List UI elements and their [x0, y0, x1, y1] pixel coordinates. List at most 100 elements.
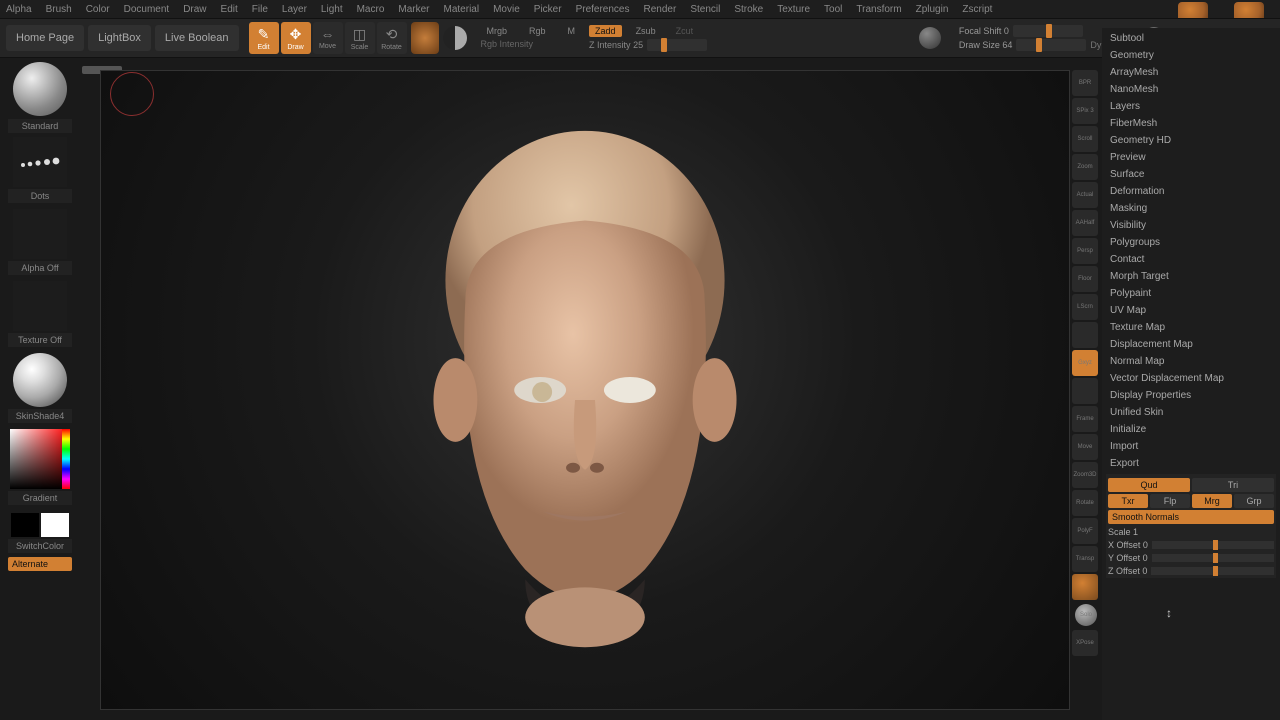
tool-section-fibermesh[interactable]: FiberMesh — [1106, 115, 1276, 132]
tool-section-geometry[interactable]: Geometry — [1106, 47, 1276, 64]
home-page-button[interactable]: Home Page — [6, 25, 84, 51]
tool-section-display-properties[interactable]: Display Properties — [1106, 387, 1276, 404]
menu-zplugin[interactable]: Zplugin — [916, 4, 949, 15]
brush-thumbnail[interactable] — [13, 62, 67, 116]
shelf-spix-3[interactable]: SPix 3 — [1072, 98, 1098, 124]
switch-color-button[interactable]: SwitchColor — [8, 539, 72, 553]
tool-section-deformation[interactable]: Deformation — [1106, 183, 1276, 200]
menu-transform[interactable]: Transform — [856, 4, 901, 15]
mode-move-button[interactable]: ⇔Move — [313, 22, 343, 54]
alternate-button[interactable]: Alternate — [8, 557, 72, 571]
export-tri-button[interactable]: Tri — [1192, 478, 1274, 492]
shelf-move[interactable]: Move — [1072, 434, 1098, 460]
tool-section-morph-target[interactable]: Morph Target — [1106, 268, 1276, 285]
menu-marker[interactable]: Marker — [398, 4, 429, 15]
shelf-transp[interactable]: Transp — [1072, 546, 1098, 572]
shelf-xpose[interactable]: XPose — [1072, 630, 1098, 656]
mode-rotate-button[interactable]: ⟲Rotate — [377, 22, 407, 54]
menu-document[interactable]: Document — [124, 4, 170, 15]
tool-section-displacement-map[interactable]: Displacement Map — [1106, 336, 1276, 353]
tool-section-uv-map[interactable]: UV Map — [1106, 302, 1276, 319]
shelf-lscrn[interactable]: LScrn — [1072, 294, 1098, 320]
menu-draw[interactable]: Draw — [183, 4, 206, 15]
shelf-zoom3d[interactable]: Zoom3D — [1072, 462, 1098, 488]
shelf-actual[interactable]: Actual — [1072, 182, 1098, 208]
shelf-floor[interactable]: Floor — [1072, 266, 1098, 292]
draw-size-slider[interactable] — [1016, 39, 1086, 51]
mrgb-toggle[interactable]: Mrgb — [481, 25, 514, 37]
canvas-viewport[interactable] — [100, 70, 1070, 710]
tool-section-polygroups[interactable]: Polygroups — [1106, 234, 1276, 251]
mode-scale-button[interactable]: ◫Scale — [345, 22, 375, 54]
shelf-persp[interactable]: Persp — [1072, 238, 1098, 264]
menu-movie[interactable]: Movie — [493, 4, 520, 15]
menu-picker[interactable]: Picker — [534, 4, 562, 15]
tool-section-arraymesh[interactable]: ArrayMesh — [1106, 64, 1276, 81]
menu-tool[interactable]: Tool — [824, 4, 842, 15]
export-txr-button[interactable]: Txr — [1108, 494, 1148, 508]
menu-material[interactable]: Material — [444, 4, 480, 15]
tool-section-normal-map[interactable]: Normal Map — [1106, 353, 1276, 370]
tool-section-vector-displacement-map[interactable]: Vector Displacement Map — [1106, 370, 1276, 387]
m-toggle[interactable]: M — [562, 25, 582, 37]
menu-edit[interactable]: Edit — [221, 4, 238, 15]
shelf-bpr[interactable]: BPR — [1072, 70, 1098, 96]
texture-thumbnail[interactable] — [13, 281, 67, 331]
menu-zscript[interactable]: Zscript — [962, 4, 992, 15]
mode-draw-button[interactable]: ✥Draw — [281, 22, 311, 54]
tool-section-subtool[interactable]: Subtool — [1106, 30, 1276, 47]
zsub-toggle[interactable]: Zsub — [630, 25, 662, 37]
primary-color-swatch[interactable] — [41, 513, 69, 537]
menu-render[interactable]: Render — [644, 4, 677, 15]
focal-shift-slider[interactable] — [1013, 25, 1083, 37]
export-qud-button[interactable]: Qud — [1108, 478, 1190, 492]
menu-brush[interactable]: Brush — [46, 4, 72, 15]
tool-section-preview[interactable]: Preview — [1106, 149, 1276, 166]
smooth-normals-button[interactable]: Smooth Normals — [1108, 510, 1274, 524]
material-thumbnail[interactable] — [13, 353, 67, 407]
stroke-thumbnail[interactable] — [13, 137, 67, 187]
shelf-solo[interactable]: Solo — [1075, 604, 1097, 626]
menu-layer[interactable]: Layer — [282, 4, 307, 15]
brush-sphere-icon[interactable] — [919, 27, 941, 49]
lightbox-button[interactable]: LightBox — [88, 25, 151, 51]
menu-macro[interactable]: Macro — [357, 4, 385, 15]
export-flp-button[interactable]: Flp — [1150, 494, 1190, 508]
y-offset-slider[interactable] — [1152, 554, 1274, 562]
export-mrg-button[interactable]: Mrg — [1192, 494, 1232, 508]
material-swatch-button[interactable] — [411, 22, 439, 54]
shelf-scroll[interactable]: Scroll — [1072, 126, 1098, 152]
shelf-icon-11[interactable] — [1072, 378, 1098, 404]
secondary-color-swatch[interactable] — [11, 513, 39, 537]
shelf-frame[interactable]: Frame — [1072, 406, 1098, 432]
menu-stencil[interactable]: Stencil — [690, 4, 720, 15]
tool-section-layers[interactable]: Layers — [1106, 98, 1276, 115]
menu-preferences[interactable]: Preferences — [576, 4, 630, 15]
z-intensity-slider[interactable] — [647, 39, 707, 51]
shade-mode-button[interactable] — [443, 26, 467, 50]
export-grp-button[interactable]: Grp — [1234, 494, 1274, 508]
rgb-toggle[interactable]: Rgb — [523, 25, 552, 37]
tool-section-visibility[interactable]: Visibility — [1106, 217, 1276, 234]
menu-light[interactable]: Light — [321, 4, 343, 15]
shelf-zoom[interactable]: Zoom — [1072, 154, 1098, 180]
tool-section-contact[interactable]: Contact — [1106, 251, 1276, 268]
mode-edit-button[interactable]: ✎Edit — [249, 22, 279, 54]
shelf-icon-18[interactable] — [1072, 574, 1098, 600]
shelf-icon-9[interactable] — [1072, 322, 1098, 348]
shelf-polyf[interactable]: PolyF — [1072, 518, 1098, 544]
alpha-thumbnail[interactable] — [13, 209, 67, 259]
shelf-aahalf[interactable]: AAHalf — [1072, 210, 1098, 236]
tool-section-initialize[interactable]: Initialize — [1106, 421, 1276, 438]
shelf-rotate[interactable]: Rotate — [1072, 490, 1098, 516]
gradient-label[interactable]: Gradient — [8, 491, 72, 505]
tool-section-unified-skin[interactable]: Unified Skin — [1106, 404, 1276, 421]
tool-section-import[interactable]: Import — [1106, 438, 1276, 455]
live-boolean-button[interactable]: Live Boolean — [155, 25, 239, 51]
zadd-toggle[interactable]: Zadd — [589, 25, 622, 37]
menu-file[interactable]: File — [252, 4, 268, 15]
menu-texture[interactable]: Texture — [777, 4, 810, 15]
menu-stroke[interactable]: Stroke — [734, 4, 763, 15]
menu-alpha[interactable]: Alpha — [6, 4, 32, 15]
z-offset-slider[interactable] — [1151, 567, 1274, 575]
